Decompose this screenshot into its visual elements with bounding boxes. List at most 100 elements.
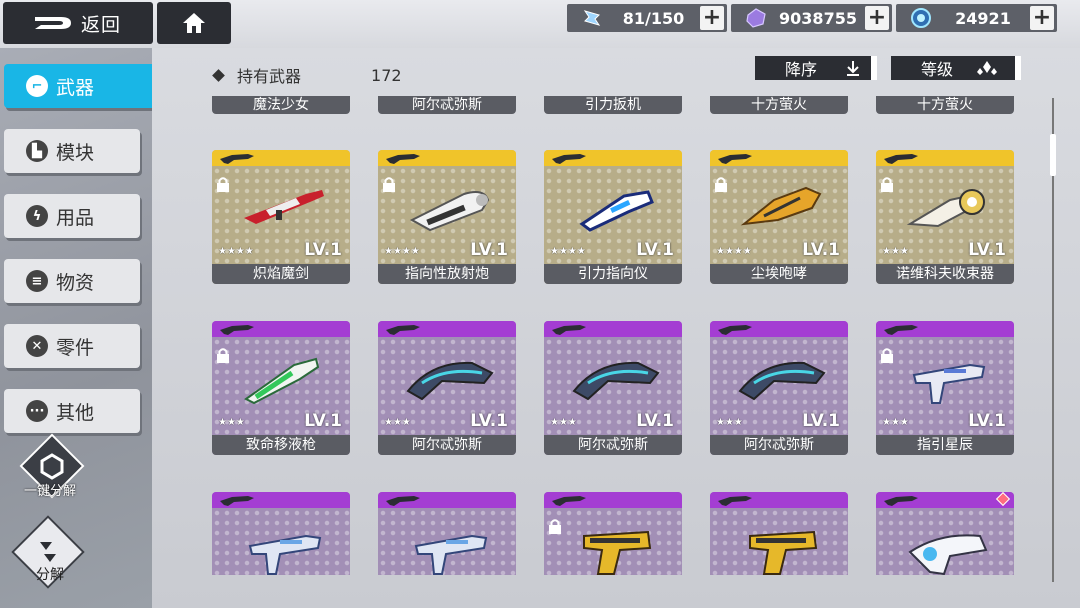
weapon-name: 指引星辰 — [876, 435, 1014, 455]
weapon-type-icon — [716, 492, 754, 508]
sidebar-item-label: 其他 — [56, 401, 95, 424]
weapon-type-icon — [882, 492, 920, 508]
star-rating: ★★★★ — [550, 246, 586, 257]
weapon-image-smg — [900, 351, 996, 405]
star-rating: ★★★★ — [716, 246, 752, 257]
weapon-name: 阿尔忒弥斯 — [378, 435, 516, 455]
weapon-card[interactable] — [212, 492, 350, 575]
weapon-card-partial[interactable]: 十方萤火 — [876, 96, 1014, 114]
weapon-name: 尘埃咆哮 — [710, 264, 848, 284]
quick-dismantle-label: 一键分解 — [24, 484, 77, 499]
weapon-level: LV.1 — [304, 411, 342, 431]
weapon-card-partial[interactable]: 阿尔忒弥斯 — [378, 96, 516, 114]
weapon-card[interactable]: ★★★ LV.1 阿尔忒弥斯 — [710, 321, 848, 455]
weapon-card[interactable]: ★★★ LV.1 阿尔忒弥斯 — [378, 321, 516, 455]
stamina-counter: 81/150 + — [567, 4, 727, 32]
weapon-card[interactable]: ★★★★ LV.1 指向性放射炮 — [378, 150, 516, 284]
weapon-type-icon — [882, 321, 920, 337]
sidebar-item-materials[interactable]: ≡ 物资 — [4, 259, 140, 303]
weapon-card[interactable] — [378, 492, 516, 575]
weapon-type-icon — [384, 492, 422, 508]
weapon-card[interactable]: ★★★ LV.1 阿尔忒弥斯 — [544, 321, 682, 455]
sidebar-item-supplies[interactable]: ϟ 用品 — [4, 194, 140, 238]
lock-icon — [216, 176, 230, 192]
crystal-value: 9038755 — [779, 8, 857, 28]
lock-icon — [216, 347, 230, 363]
energy-counter: 24921 + — [896, 4, 1057, 32]
sidebar-item-weapons[interactable]: ⌐ 武器 — [4, 64, 168, 108]
weapon-image-smg2 — [402, 522, 498, 575]
star-rating: ★★★ — [716, 417, 743, 428]
back-button[interactable]: 返回 — [3, 2, 153, 44]
weapon-name: 致命移液枪 — [212, 435, 350, 455]
weapon-image-smg2 — [236, 522, 332, 575]
weapon-image-golden — [734, 180, 830, 234]
back-label: 返回 — [81, 13, 122, 36]
star-rating: ★★★★ — [384, 246, 420, 257]
lock-icon — [714, 176, 728, 192]
weapon-level: LV.1 — [636, 411, 674, 431]
weapon-name: 引力指向仪 — [544, 264, 682, 284]
module-icon: ▙ — [26, 140, 48, 162]
weapon-card-partial[interactable]: 魔法少女 — [212, 96, 350, 114]
scrollbar-thumb[interactable] — [1050, 134, 1056, 176]
weapon-type-icon — [218, 150, 256, 166]
energy-orb-icon — [906, 4, 936, 32]
weapon-card[interactable]: ★★★★ LV.1 炽焰魔剑 — [212, 150, 350, 284]
star-rating: ★★★ — [882, 417, 909, 428]
weapon-level: LV.1 — [802, 240, 840, 260]
weapon-type-icon — [550, 492, 588, 508]
star-rating: ★★★ — [384, 417, 411, 428]
star-rating: ★★★ — [882, 246, 909, 257]
star-rating: ★★★★ — [218, 246, 254, 257]
weapon-card-partial[interactable]: 引力扳机 — [544, 96, 682, 114]
add-crystal-button[interactable]: + — [865, 6, 889, 30]
weapon-image-pipette — [236, 351, 332, 405]
weapon-image-rifle — [236, 180, 332, 234]
weapon-card[interactable]: ★★★★ LV.1 尘埃咆哮 — [710, 150, 848, 284]
weapon-level: LV.1 — [304, 240, 342, 260]
weapon-card-partial[interactable]: 十方萤火 — [710, 96, 848, 114]
weapon-level: LV.1 — [968, 240, 1006, 260]
weapon-card[interactable]: ★★★★ LV.1 引力指向仪 — [544, 150, 682, 284]
home-button[interactable] — [157, 2, 231, 44]
weapon-level: LV.1 — [470, 240, 508, 260]
weapon-card[interactable]: ★★★ LV.1 诺维科夫收束器 — [876, 150, 1014, 284]
star-rating: ★★★ — [218, 417, 245, 428]
weapon-type-icon — [550, 150, 588, 166]
sidebar-item-label: 模块 — [56, 141, 95, 164]
star-rating: ★★★ — [550, 417, 577, 428]
weapon-type-icon — [218, 492, 256, 508]
weapon-inventory: 持有武器 172 降序 等级 魔法少女 阿尔忒弥斯 引力扳机 十方萤火 十方萤火 ★★★★… — [152, 48, 1080, 608]
home-icon — [183, 13, 205, 33]
stamina-icon — [577, 4, 607, 32]
lock-icon — [880, 347, 894, 363]
sidebar-item-others[interactable]: ··· 其他 — [4, 389, 140, 433]
weapon-level: LV.1 — [470, 411, 508, 431]
add-stamina-button[interactable]: + — [700, 6, 724, 30]
weapon-name: 指向性放射炮 — [378, 264, 516, 284]
weapon-card[interactable]: ★★★ LV.1 指引星辰 — [876, 321, 1014, 455]
top-bar: 返回 81/150 + 9038755 + 24921 + — [0, 0, 1080, 48]
weapon-type-icon — [716, 150, 754, 166]
lock-icon — [880, 176, 894, 192]
weapon-level: LV.1 — [636, 240, 674, 260]
weapon-card[interactable] — [876, 492, 1014, 575]
energy-value: 24921 — [955, 8, 1011, 28]
weapon-type-icon — [384, 321, 422, 337]
crystal-counter: 9038755 + — [731, 4, 892, 32]
weapon-card[interactable]: ★★★ LV.1 致命移液枪 — [212, 321, 350, 455]
weapon-type-icon — [882, 150, 920, 166]
weapon-image-collector — [900, 180, 996, 234]
weapon-name: 阿尔忒弥斯 — [710, 435, 848, 455]
stamina-value: 81/150 — [622, 8, 685, 28]
parts-icon: ✕ — [26, 335, 48, 357]
sidebar-item-parts[interactable]: ✕ 零件 — [4, 324, 140, 368]
weapon-name: 炽焰魔剑 — [212, 264, 350, 284]
weapon-card[interactable] — [710, 492, 848, 575]
add-energy-button[interactable]: + — [1030, 6, 1054, 30]
weapon-level: LV.1 — [802, 411, 840, 431]
gun-icon: ⌐ — [26, 75, 48, 97]
weapon-card[interactable] — [544, 492, 682, 575]
sidebar-item-modules[interactable]: ▙ 模块 — [4, 129, 140, 173]
